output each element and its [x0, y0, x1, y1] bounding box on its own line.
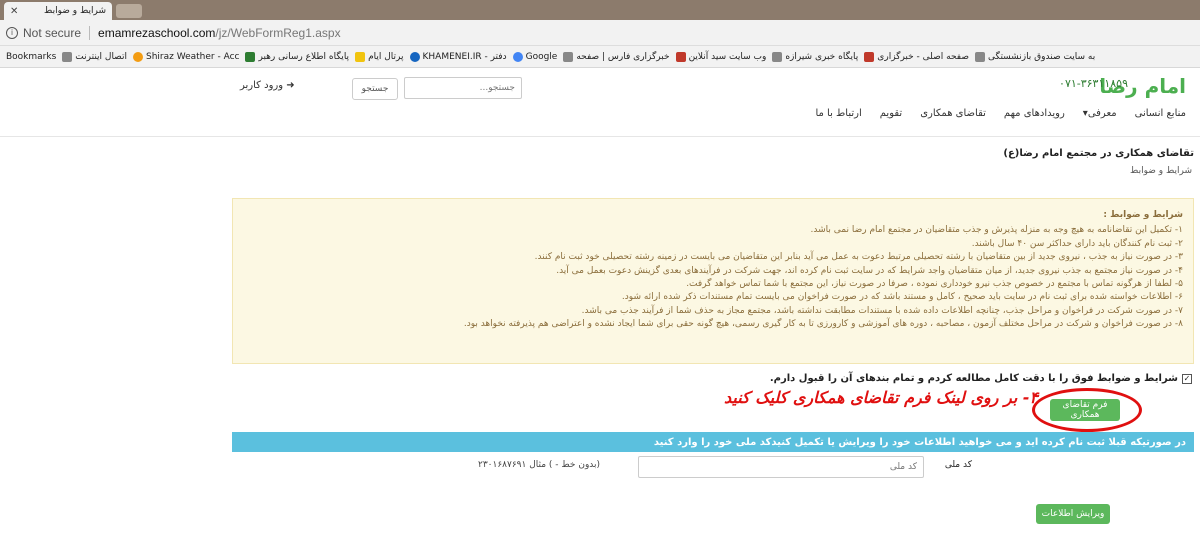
khamenei-icon	[409, 51, 420, 62]
edit-info-button[interactable]: ویرایش اطلاعات	[1036, 504, 1110, 524]
login-link[interactable]: ➜ ورود کاربر	[240, 80, 295, 91]
bookmark-item[interactable]: وب سایت سید آنلاین	[675, 51, 767, 62]
not-secure-label: Not secure	[23, 25, 82, 40]
bookmark-item[interactable]: پایگاه خبری شیرازه	[772, 51, 859, 62]
url-path: /jz/WebFormReg1.aspx	[215, 25, 341, 40]
terms-box: شرایط و ضوابط : ۱- تکمیل این تقاضانامه ب…	[232, 198, 1194, 364]
breadcrumb: شرایط و ضوابط	[1130, 166, 1192, 176]
bookmark-label: پایگاه اطلاع رسانی رهبر	[258, 51, 350, 62]
annotation-text: ۴- بر روی لینک فرم تقاضای همکاری کلیک کن…	[724, 388, 1039, 407]
terms-item: ۷- در صورت شرکت در فراخوان و مراحل جذب، …	[581, 305, 1183, 316]
nav-item-cooperation[interactable]: تقاضای همکاری	[920, 108, 986, 119]
national-id-label: کد ملی	[944, 460, 972, 470]
terms-item: ۴- در صورت نیاز مجتمع به جذب نیروی جدید،…	[556, 265, 1183, 276]
login-label: ورود کاربر	[240, 80, 284, 91]
main-nav: منابع انسانی معرفی▾ رویدادهای مهم تقاضای…	[815, 108, 1186, 119]
agree-text: شرایط و ضوابط فوق را با دقت کامل مطالعه …	[769, 373, 1178, 384]
sign-in-icon: ➜	[286, 80, 295, 91]
search-input[interactable]	[404, 77, 522, 99]
news-icon	[864, 51, 875, 62]
globe-icon	[62, 51, 73, 62]
national-id-input[interactable]	[638, 456, 924, 478]
divider	[89, 25, 91, 40]
bookmark-item[interactable]: Google	[512, 51, 558, 62]
page-icon	[563, 51, 574, 62]
nav-item-about[interactable]: معرفی▾	[1083, 108, 1117, 119]
site-page: امام رضا ۰۷۱-۳۶۳۱۱۸۵۹ جستجو ➜ ورود کاربر…	[0, 68, 1200, 556]
ayam-icon	[355, 51, 366, 62]
bookmark-item[interactable]: اتصال اینترنت	[62, 51, 127, 62]
bookmark-label: Shiraz Weather - Acc	[146, 51, 240, 62]
bookmark-item[interactable]: به سایت صندوق بازنشستگی	[974, 51, 1096, 62]
divider	[0, 136, 1200, 137]
terms-item: ۶- اطلاعات خواسته شده برای ثبت نام در سا…	[621, 292, 1183, 303]
nav-item-contact[interactable]: ارتباط با ما	[815, 108, 861, 119]
leader-site-icon	[245, 51, 256, 62]
bookmark-label: پرتال ایام	[368, 51, 404, 62]
bookmark-label: اتصال اینترنت	[75, 51, 127, 62]
terms-item: ۲- ثبت نام کنندگان باید دارای حداکثر سن …	[971, 238, 1183, 249]
highlight-ellipse	[1032, 388, 1142, 432]
page-icon	[772, 51, 783, 62]
bookmark-label: به سایت صندوق بازنشستگی	[987, 51, 1096, 62]
bookmarks-label[interactable]: Bookmarks	[6, 52, 56, 62]
agree-checkbox[interactable]: ✓	[1182, 373, 1192, 384]
nav-item-calendar[interactable]: تقویم	[880, 108, 902, 119]
bookmark-label: KHAMENEI.IR - دفتر	[422, 51, 507, 62]
terms-item: ۵- لطفا از هرگونه تماس با مجتمع در خصوص …	[686, 279, 1183, 290]
bookmarks-bar: Bookmarks اتصال اینترنت Shiraz Weather -…	[0, 46, 1200, 68]
info-icon[interactable]: i	[6, 26, 18, 39]
close-icon[interactable]: ✕	[10, 6, 18, 17]
bookmark-item[interactable]: KHAMENEI.IR - دفتر	[409, 51, 507, 62]
new-tab-button[interactable]	[116, 4, 142, 18]
nav-item-hr[interactable]: منابع انسانی	[1135, 108, 1186, 119]
terms-item: ۸- در صورت فراخوان و شرکت در مراحل مختلف…	[463, 319, 1183, 330]
info-bar: در صورتیکه قبلا ثبت نام کرده اید و می خو…	[232, 432, 1194, 452]
agree-row: ✓ شرایط و ضوابط فوق را با دقت کامل مطالع…	[770, 373, 1192, 384]
bookmark-item[interactable]: صفحه اصلی - خبرگزاری	[864, 51, 969, 62]
bookmark-label: وب سایت سید آنلاین	[688, 51, 767, 62]
national-id-hint: (بدون خط - ) مثال ۲۳۰۱۶۸۷۶۹۱	[478, 460, 601, 470]
bookmark-item[interactable]: Shiraz Weather - Acc	[133, 51, 240, 62]
bookmark-label: صفحه اصلی - خبرگزاری	[877, 51, 969, 62]
bookmark-item[interactable]: خبرگزاری فارس | صفحه	[563, 51, 670, 62]
bookmark-item[interactable]: پرتال ایام	[355, 51, 404, 62]
address-bar[interactable]: i Not secure emamrezaschool.com /jz/WebF…	[0, 20, 1200, 46]
bookmark-item[interactable]: پایگاه اطلاع رسانی رهبر	[245, 51, 350, 62]
search-button[interactable]: جستجو	[352, 78, 398, 100]
nav-item-events[interactable]: رویدادهای مهم	[1004, 108, 1065, 119]
terms-title: شرایط و ضوابط :	[1103, 210, 1183, 220]
terms-item: ۱- تکمیل این تقاضانامه به هیچ وجه به منز…	[810, 225, 1183, 236]
url-host: emamrezaschool.com	[98, 25, 216, 40]
seyyed-icon	[675, 51, 686, 62]
google-icon	[512, 51, 523, 62]
phone-number: ۰۷۱-۳۶۳۱۱۸۵۹	[1059, 77, 1128, 90]
bookmark-label: پایگاه خبری شیرازه	[785, 51, 859, 62]
sun-icon	[133, 51, 143, 62]
browser-tab-bar: شرایط و ضوابط ✕	[0, 0, 1200, 20]
browser-tab[interactable]: شرایط و ضوابط ✕	[4, 2, 112, 20]
bookmark-label: Google	[525, 51, 558, 62]
page-title: تقاضای همکاری در مجتمع امام رضا(ع)	[1003, 148, 1194, 159]
tab-title: شرایط و ضوابط	[44, 6, 106, 16]
doc-icon	[974, 51, 985, 62]
terms-item: ۳- در صورت نیاز به جذب ، نیروی جدید از ب…	[534, 252, 1183, 263]
bookmark-label: خبرگزاری فارس | صفحه	[576, 51, 670, 62]
